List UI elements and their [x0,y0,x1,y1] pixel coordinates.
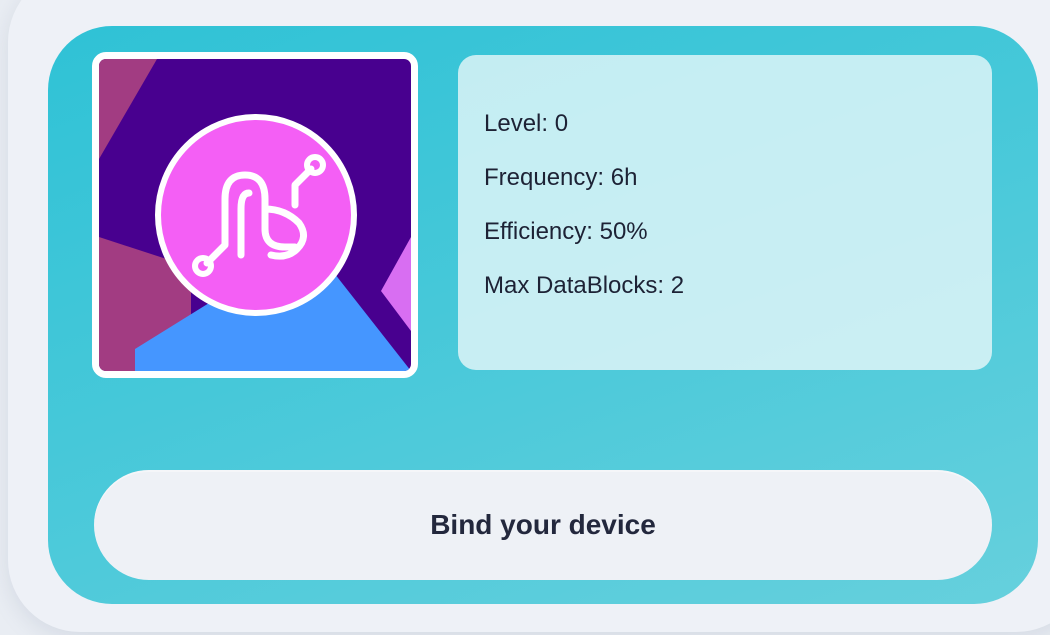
device-logo-icon [99,59,411,371]
stat-max-datablocks: Max DataBlocks: 2 [484,272,685,299]
device-card: Level: 0 Frequency: 6h Efficiency: 50% M… [48,26,1038,604]
device-thumbnail [92,52,418,378]
device-stats-panel: Level: 0 Frequency: 6h Efficiency: 50% M… [458,55,992,370]
stat-efficiency: Efficiency: 50% [484,218,648,245]
stat-frequency: Frequency: 6h [484,164,638,191]
stat-level: Level: 0 [484,110,569,137]
bind-device-button[interactable]: Bind your device [94,470,992,580]
